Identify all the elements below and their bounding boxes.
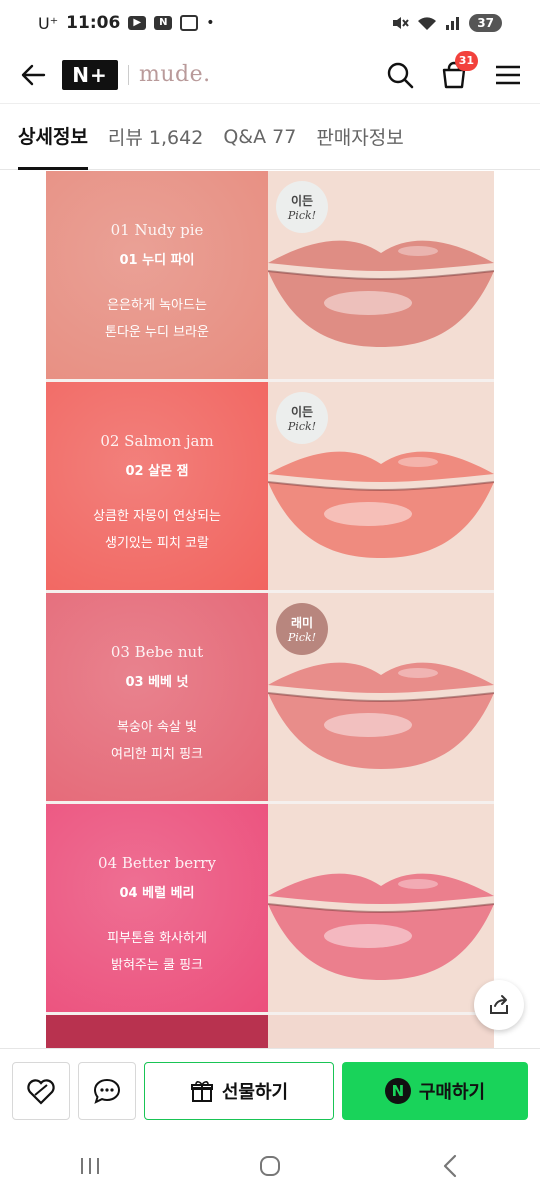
wifi-icon <box>418 17 437 30</box>
gift-button[interactable]: 선물하기 <box>144 1061 334 1120</box>
shade-swatch: 01 Nudy pie 01 누디 파이은은하게 녹아드는톤다운 누디 브라운 <box>46 171 268 379</box>
lips-image <box>268 804 494 1012</box>
product-tabs: 상세정보 리뷰 1,642 Q&A 77 판매자정보 <box>0 104 540 170</box>
product-detail-image: 01 Nudy pie 01 누디 파이 은은하게 녹아드는 톤다운 누디 브라운 이든… <box>46 171 494 1048</box>
app-header: N+ mude. 31 <box>0 46 540 104</box>
mute-icon <box>393 17 410 29</box>
share-icon <box>490 995 508 1014</box>
status-left: U⁺ 11:06 ▶ N • <box>38 13 215 33</box>
back-button[interactable] <box>18 60 48 90</box>
shade-row: 04 Better berry 04 베럴 베리피부톤을 화사하게밝혀주는 쿨 핑… <box>46 804 494 1012</box>
pick-badge-word: Pick! <box>287 631 317 644</box>
shade-description-line2: 여리한 피치 핑크 <box>111 747 203 762</box>
shade-row: 02 Salmon jam 02 살몬 잼상큼한 자몽이 연상되는생기있는 피치 … <box>46 382 494 590</box>
logo-divider <box>128 64 129 85</box>
pick-badge-word: Pick! <box>287 420 317 433</box>
carrier-label: U⁺ <box>38 13 59 33</box>
menu-button[interactable] <box>494 61 522 89</box>
header-icons: 31 <box>386 50 522 89</box>
brand-name: mude. <box>139 62 211 87</box>
lip-swatch-photo: 이든 Pick! <box>268 382 494 590</box>
shade-description-line1: 복숭아 속살 빛 <box>116 720 198 735</box>
battery-indicator: 37 <box>469 14 502 32</box>
status-time: 11:06 <box>66 13 121 33</box>
shade-row-partial <box>46 1015 494 1048</box>
status-right: 37 <box>391 14 502 32</box>
recent-apps-icon <box>81 1158 99 1174</box>
shade-row: 01 Nudy pie 01 누디 파이은은하게 녹아드는톤다운 누디 브라운 이든… <box>46 171 494 379</box>
share-button[interactable] <box>474 980 524 1030</box>
pick-badge: 래미 Pick! <box>276 603 328 655</box>
heart-icon <box>27 1078 55 1105</box>
chat-bubble-icon <box>93 1078 121 1104</box>
hamburger-menu-icon <box>496 65 520 84</box>
naver-pay-icon: N <box>384 1077 411 1104</box>
lip-swatch-photo: 이든 Pick! <box>268 171 494 379</box>
bottom-action-bar: 선물하기 N 구매하기 <box>0 1048 540 1132</box>
cart-button[interactable]: 31 <box>440 50 478 89</box>
youtube-icon: ▶ <box>128 16 147 30</box>
shade-description-line2: 생기있는 피치 코랄 <box>105 536 209 551</box>
tab-seller-info[interactable]: 판매자정보 <box>316 104 403 170</box>
recent-apps-button[interactable] <box>60 1146 120 1186</box>
home-icon <box>260 1156 280 1176</box>
screenshot-icon <box>180 15 199 31</box>
shade-korean-name: 04 베럴 베리 <box>119 886 195 901</box>
shade-english-name: 04 Better berry <box>98 854 216 872</box>
shade-korean-name: 02 살몬 잼 <box>125 464 189 479</box>
buy-button-label: 구매하기 <box>418 1081 486 1103</box>
tab-reviews[interactable]: 리뷰 1,642 <box>108 104 203 170</box>
shade-description-line1: 은은하게 녹아드는 <box>107 298 207 313</box>
shade-swatch: 03 Bebe nut 03 베베 넛복숭아 속살 빛여리한 피치 핑크 <box>46 593 268 801</box>
shade-korean-name: 01 누디 파이 <box>119 253 195 268</box>
pick-badge-name: 이든 <box>290 405 314 419</box>
shade-swatch: 04 Better berry 04 베럴 베리피부톤을 화사하게밝혀주는 쿨 핑… <box>46 804 268 1012</box>
shade-description-line2: 톤다운 누디 브라운 <box>105 325 209 340</box>
tab-qna[interactable]: Q&A 77 <box>223 104 296 170</box>
pick-badge-name: 이든 <box>290 194 314 208</box>
shade-description-line1: 상큼한 자몽이 연상되는 <box>93 509 221 524</box>
buy-button[interactable]: N 구매하기 <box>342 1061 528 1120</box>
product-detail-content: 01 Nudy pie 01 누디 파이 은은하게 녹아드는 톤다운 누디 브라운 이든… <box>0 171 540 1048</box>
shade-row: 03 Bebe nut 03 베베 넛복숭아 속살 빛여리한 피치 핑크 래미 Pic… <box>46 593 494 801</box>
shade-description-line2: 밝혀주는 쿨 핑크 <box>111 958 203 973</box>
gift-button-label: 선물하기 <box>221 1081 289 1103</box>
shade-swatch: 02 Salmon jam 02 살몬 잼상큼한 자몽이 연상되는생기있는 피치 … <box>46 382 268 590</box>
pick-badge-word: Pick! <box>287 209 317 222</box>
shade-english-name: 01 Nudy pie <box>110 221 204 239</box>
shade-description-line1: 피부톤을 화사하게 <box>107 931 207 946</box>
shade-swatch-partial <box>46 1015 268 1048</box>
nav-back-icon <box>443 1154 457 1178</box>
naver-plus-logo: N+ <box>62 59 118 90</box>
home-button[interactable] <box>240 1146 300 1186</box>
nav-back-button[interactable] <box>420 1146 480 1186</box>
system-nav-bar <box>0 1132 540 1200</box>
signal-icon <box>446 17 460 30</box>
pick-badge-name: 래미 <box>290 616 314 630</box>
talk-button[interactable] <box>78 1061 136 1120</box>
pick-badge: 이든 Pick! <box>276 392 328 444</box>
shade-english-name: 02 Salmon jam <box>100 432 214 450</box>
status-bar: U⁺ 11:06 ▶ N • 37 <box>0 0 540 46</box>
search-icon <box>387 62 414 88</box>
wishlist-button[interactable] <box>12 1061 70 1120</box>
lip-swatch-photo: 래미 Pick! <box>268 593 494 801</box>
cart-count-badge: 31 <box>454 50 478 71</box>
lip-swatch-photo-partial <box>268 1015 494 1048</box>
lip-swatch-photo <box>268 804 494 1012</box>
search-button[interactable] <box>386 61 414 89</box>
naver-icon: N <box>154 16 173 30</box>
tab-details[interactable]: 상세정보 <box>18 104 88 170</box>
shade-english-name: 03 Bebe nut <box>110 643 204 661</box>
notification-dot-icon: • <box>206 15 215 31</box>
back-arrow-icon <box>21 64 46 85</box>
gift-icon <box>190 1080 213 1102</box>
store-logo[interactable]: N+ mude. <box>62 59 211 90</box>
pick-badge: 이든 Pick! <box>276 181 328 233</box>
shade-korean-name: 03 베베 넛 <box>125 675 189 690</box>
